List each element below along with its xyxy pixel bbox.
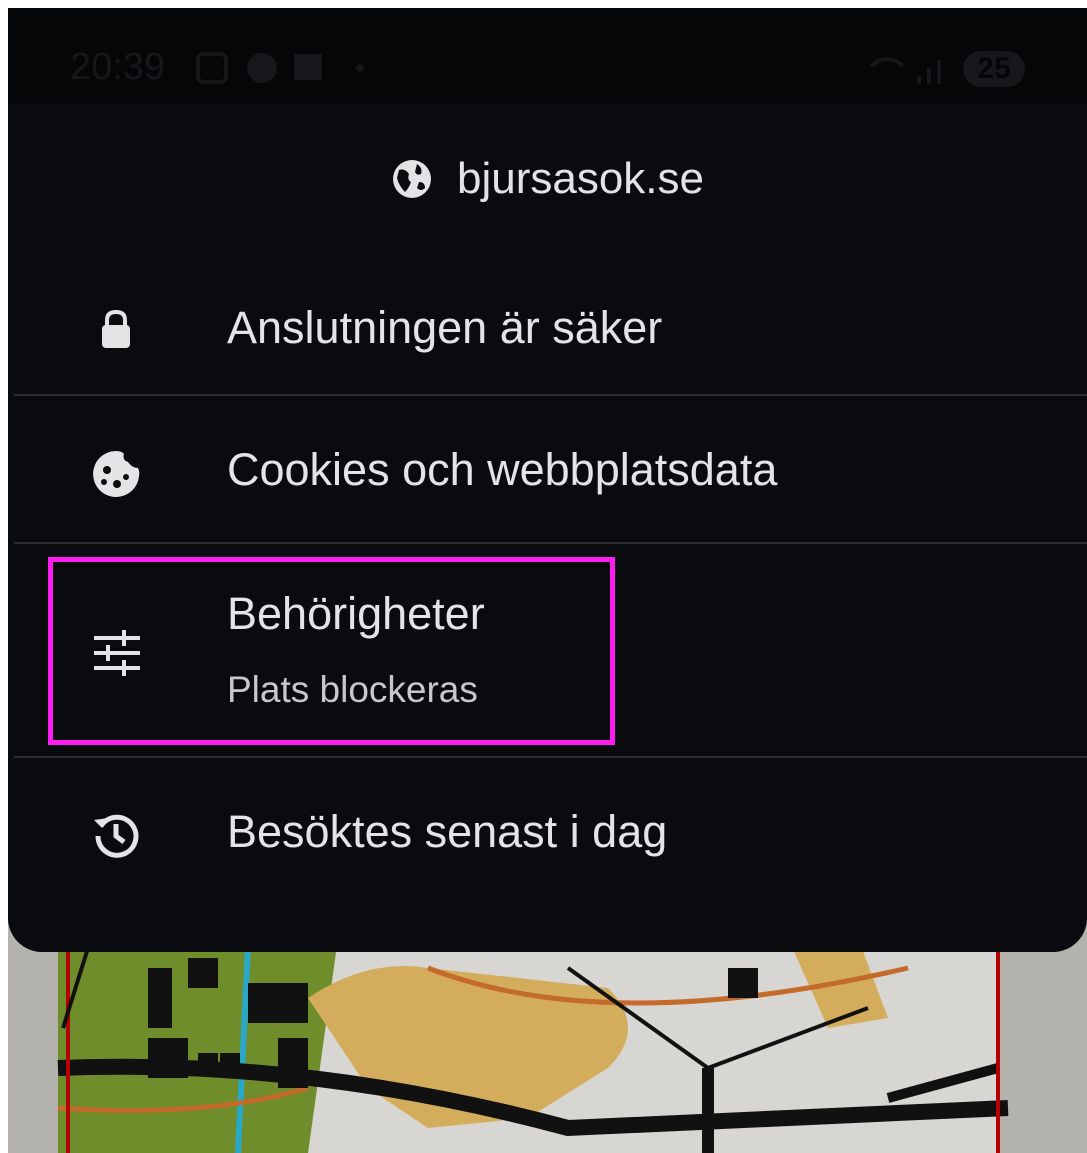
connection-row[interactable]: Anslutningen är säker [8, 274, 1087, 394]
connection-label: Anslutningen är säker [227, 302, 663, 353]
history-row[interactable]: Besöktes senast i dag [8, 758, 1087, 908]
history-label: Besöktes senast i dag [227, 806, 668, 857]
cookies-row[interactable]: Cookies och webbplatsdata [8, 396, 1087, 542]
history-icon [94, 814, 139, 858]
status-bar: 20:39 25 [8, 8, 1087, 104]
phone-screen: 20:39 25 bjursasok.se Anslutningen är sä… [8, 8, 1087, 1153]
globe-icon [392, 160, 431, 198]
status-notification-icons [196, 52, 364, 84]
highlight-box [48, 557, 615, 745]
battery-indicator: 25 [963, 51, 1025, 87]
site-host: bjursasok.se [456, 154, 704, 203]
cookie-icon [93, 451, 140, 497]
cookies-label: Cookies och webbplatsdata [227, 444, 778, 495]
signal-icon [869, 57, 941, 84]
status-time: 20:39 [70, 46, 166, 88]
lock-icon [102, 309, 130, 348]
site-header: bjursasok.se [8, 144, 1087, 214]
page-info-sheet: bjursasok.se Anslutningen är säker Cooki… [8, 104, 1087, 952]
